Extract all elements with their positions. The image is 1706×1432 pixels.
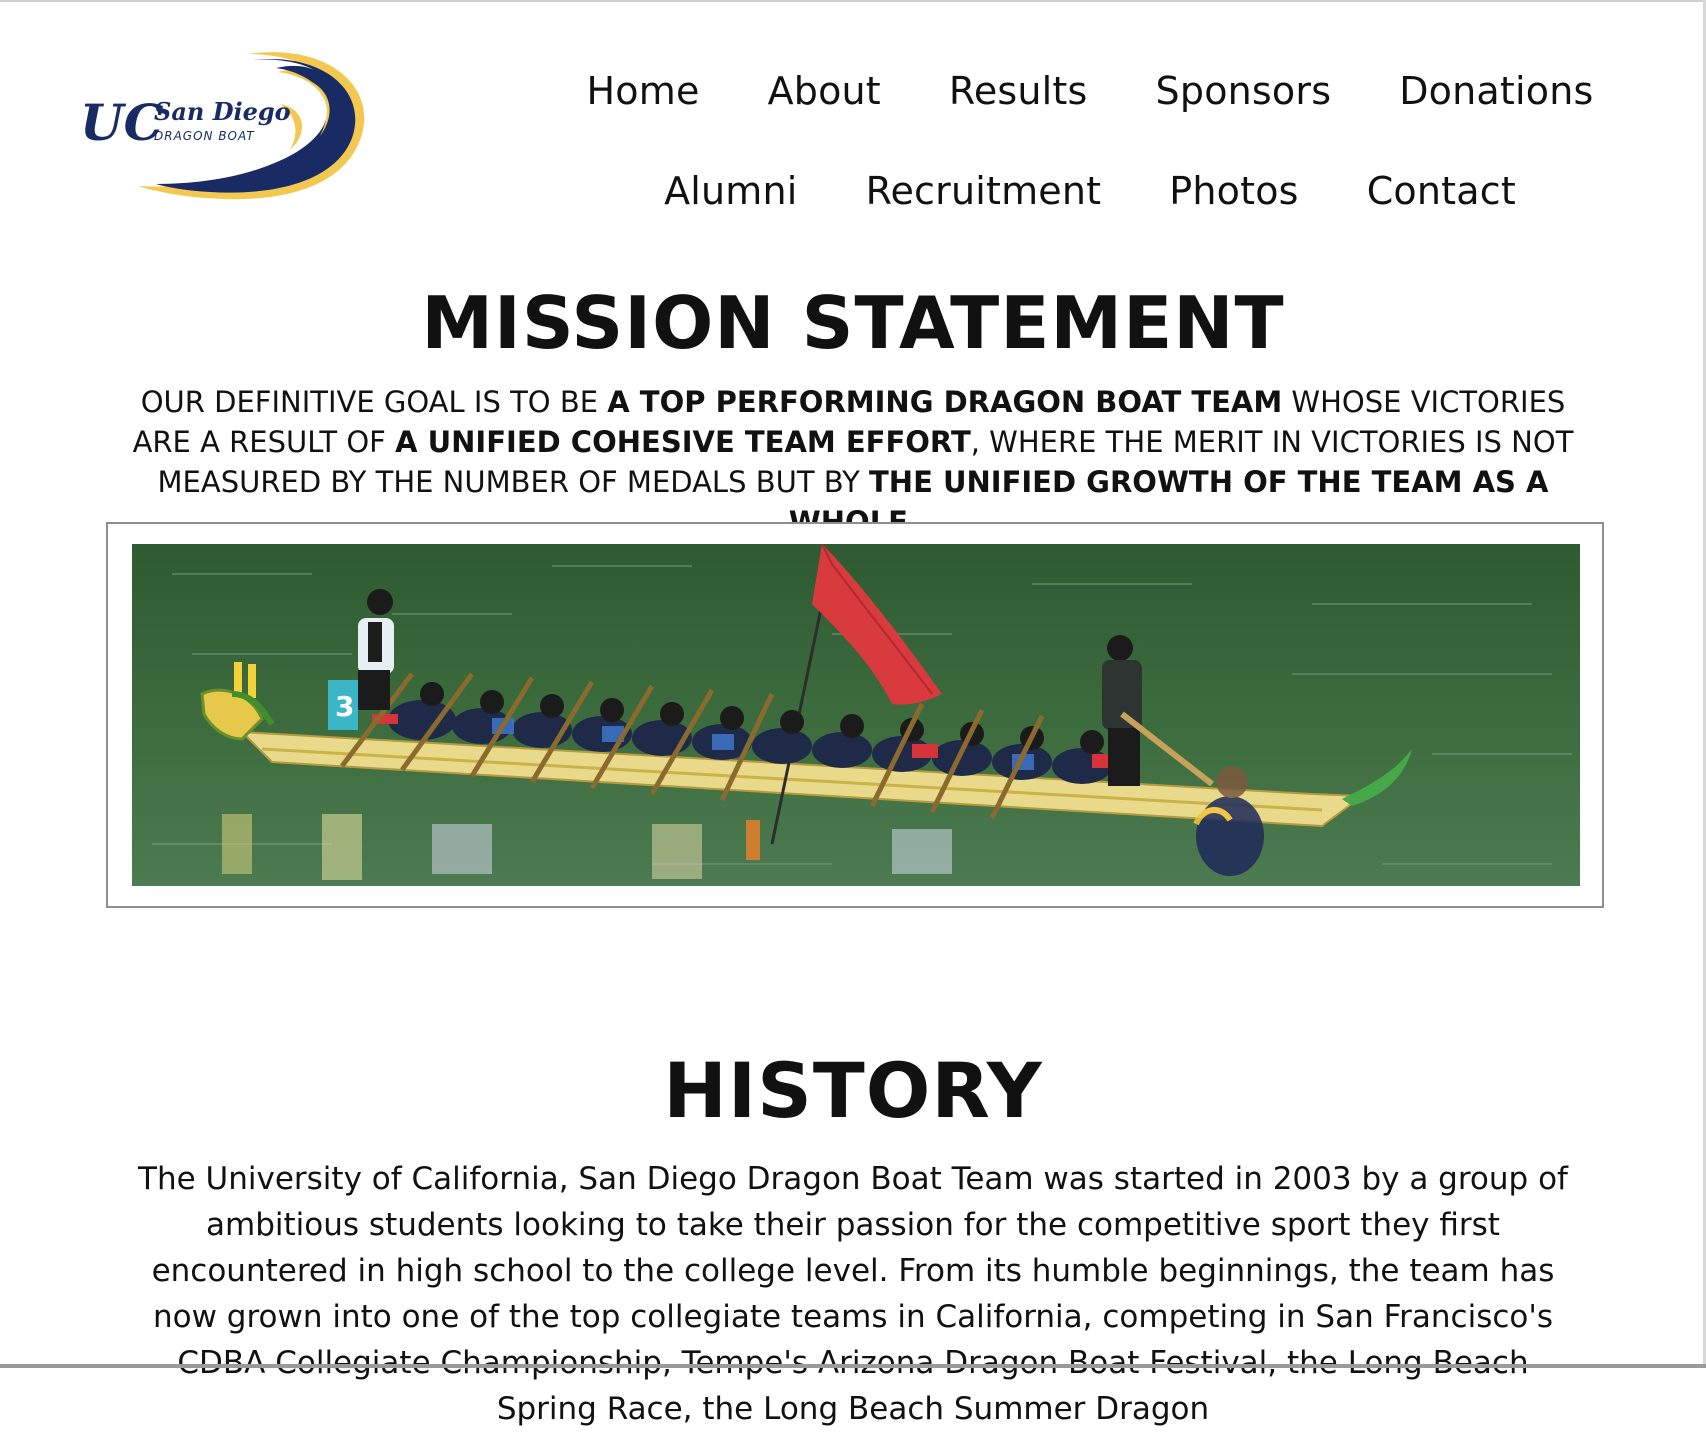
bottom-border [0, 1364, 1706, 1368]
nav-home[interactable]: Home [553, 68, 734, 114]
mission-statement: OUR DEFINITIVE GOAL IS TO BE A TOP PERFO… [130, 382, 1576, 542]
mission-text-1: OUR DEFINITIVE GOAL IS TO BE [140, 385, 608, 419]
mission-heading: MISSION STATEMENT [421, 281, 1285, 365]
nav-about[interactable]: About [734, 68, 915, 114]
ucsd-dragon-boat-logo[interactable]: UC San Diego DRAGON BOAT [80, 48, 380, 208]
mission-bold-2: A UNIFIED COHESIVE TEAM EFFORT [395, 425, 971, 459]
nav-photos[interactable]: Photos [1135, 168, 1332, 214]
nav-row-1: Home About Results Sponsors Donations [560, 68, 1620, 114]
history-text: The University of California, San Diego … [138, 1161, 1568, 1427]
mission-bold-1: A TOP PERFORMING DRAGON BOAT TEAM [607, 385, 1283, 419]
nav-results[interactable]: Results [915, 68, 1122, 114]
logo-uc: UC [80, 93, 164, 152]
logo-dragon-boat: DRAGON BOAT [154, 129, 255, 143]
top-border [0, 0, 1706, 2]
nav-sponsors[interactable]: Sponsors [1122, 68, 1366, 114]
nav-contact[interactable]: Contact [1333, 168, 1550, 214]
boat-number: 3 [335, 690, 354, 723]
history-heading: HISTORY [663, 1046, 1043, 1135]
nav-recruitment[interactable]: Recruitment [832, 168, 1136, 214]
dragon-boat-photo-illustration: 3 [132, 544, 1580, 886]
team-photo-frame: 3 [106, 522, 1604, 908]
logo-san-diego: San Diego [154, 97, 291, 126]
nav-alumni[interactable]: Alumni [630, 168, 832, 214]
dragon-boat-photo: 3 [132, 544, 1580, 886]
nav-row-2: Alumni Recruitment Photos Contact [560, 168, 1620, 214]
nav-donations[interactable]: Donations [1365, 68, 1627, 114]
